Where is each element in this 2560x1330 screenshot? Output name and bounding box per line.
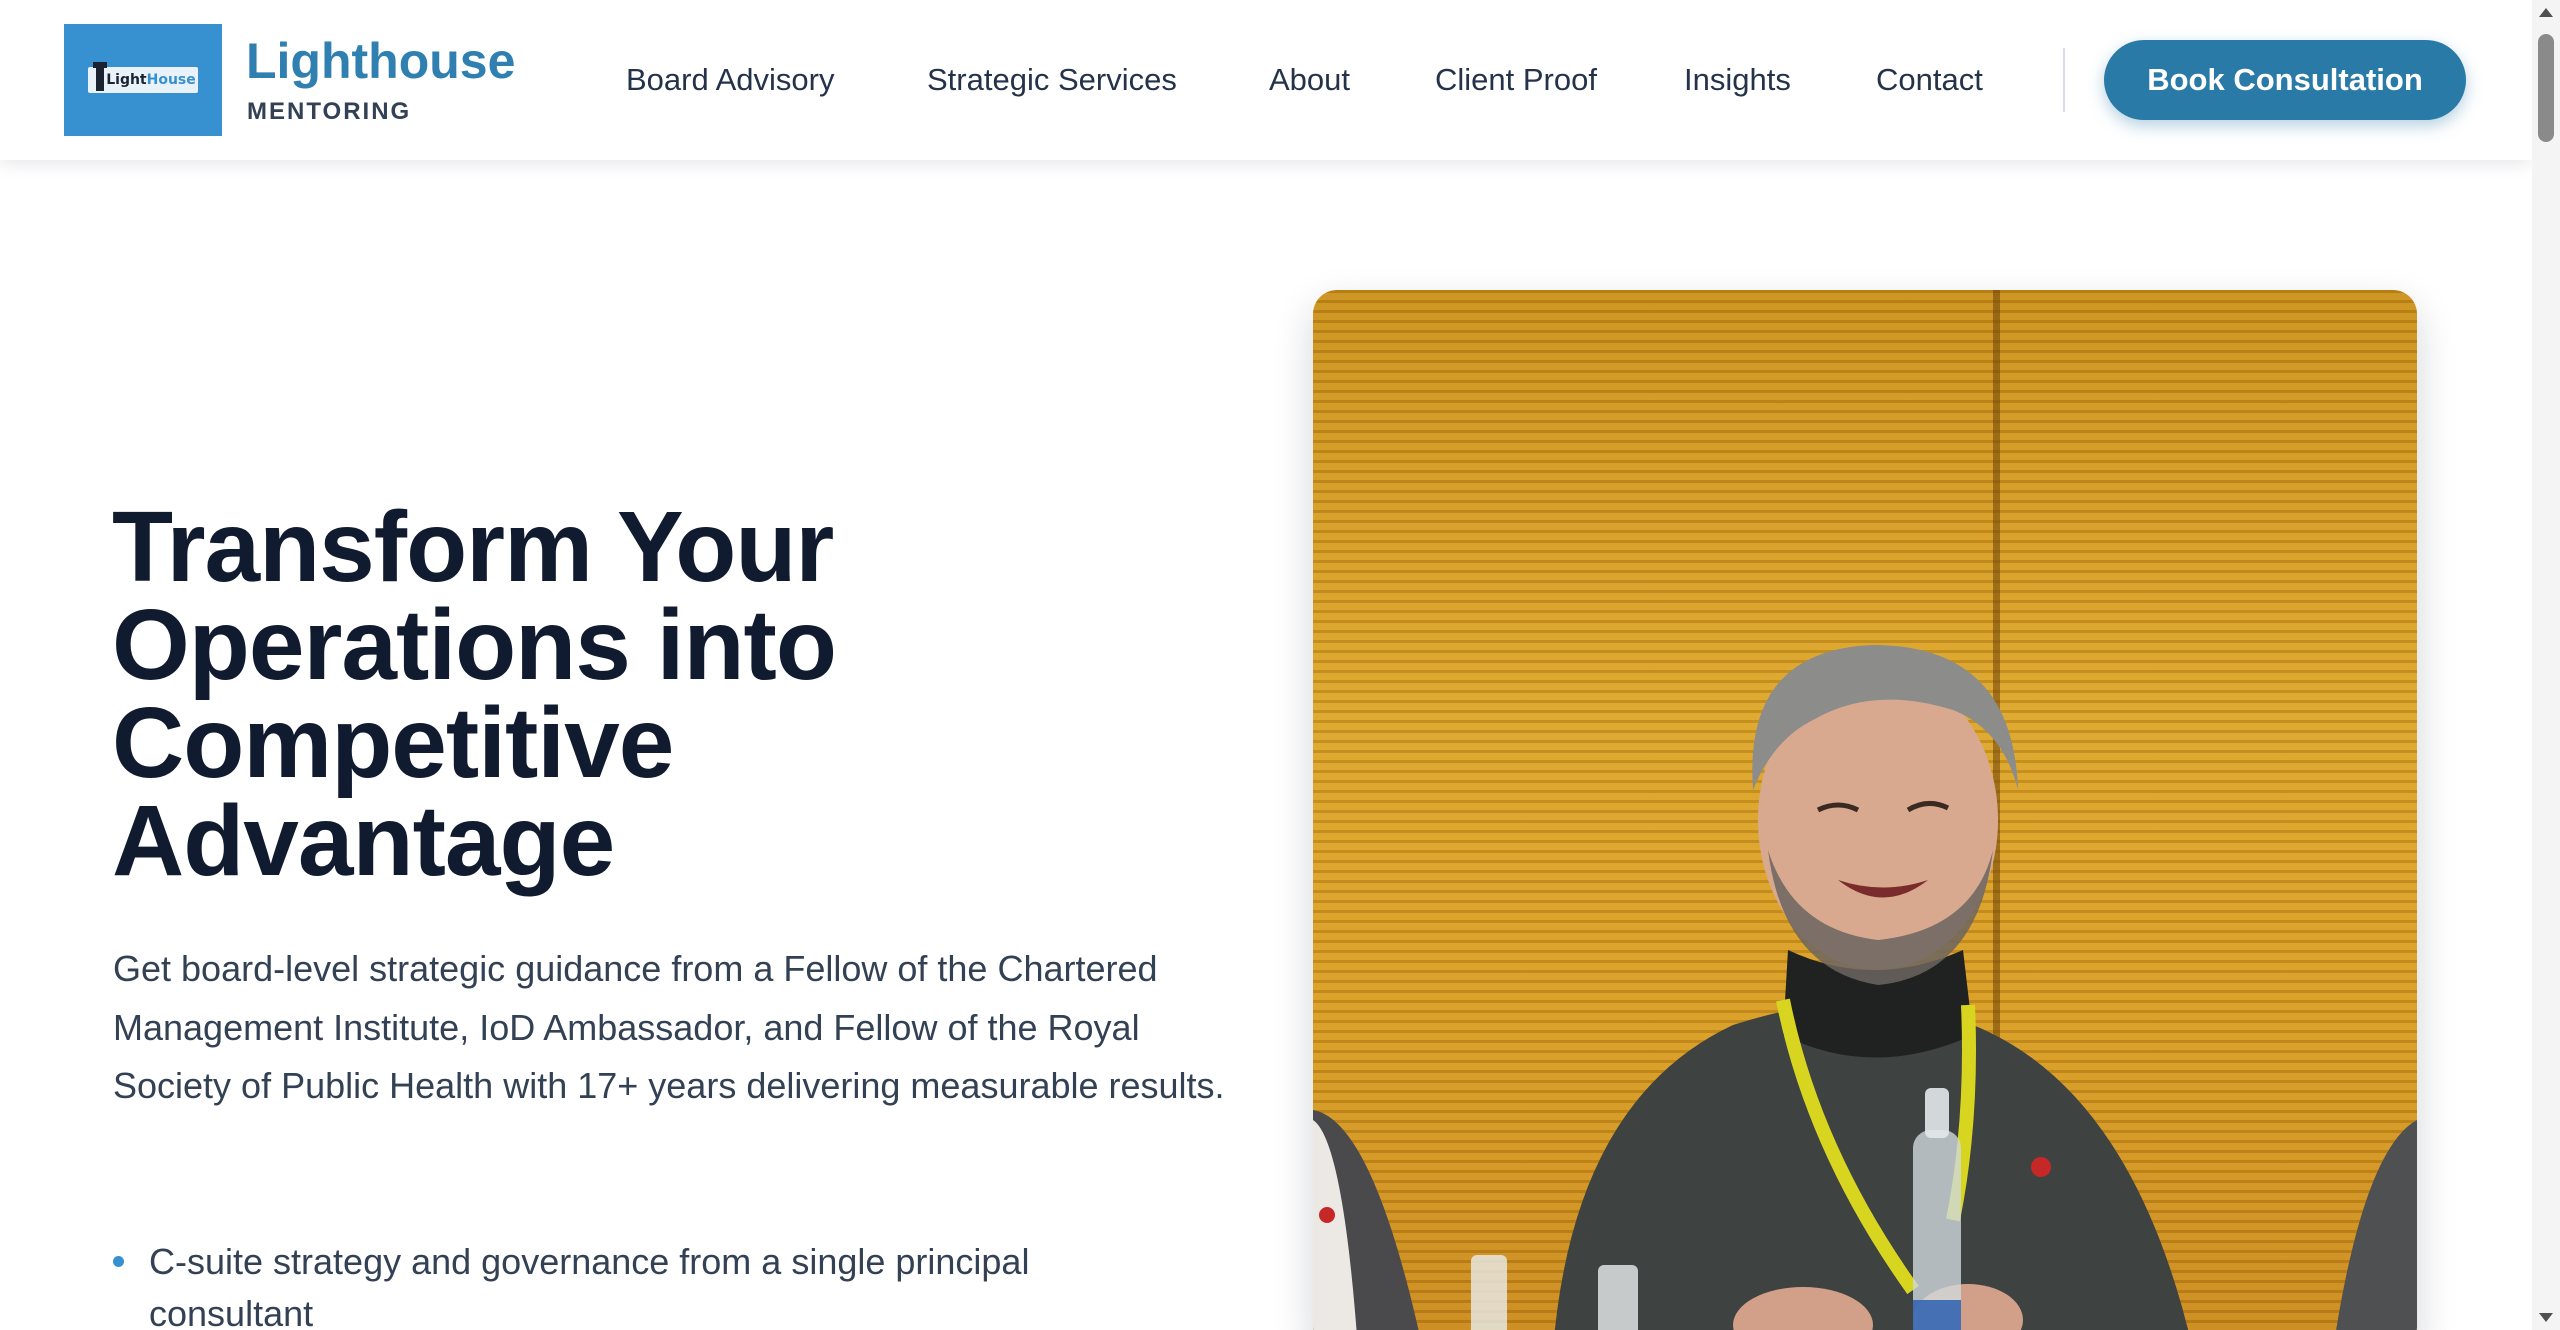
portrait-illustration: [1313, 290, 2417, 1330]
nav-board-advisory[interactable]: Board Advisory: [626, 62, 835, 98]
nav-about[interactable]: About: [1269, 62, 1350, 98]
lighthouse-logo-icon: LightHouse: [88, 62, 198, 93]
portrait-photo: [1313, 290, 2417, 1330]
nav-client-proof[interactable]: Client Proof: [1435, 62, 1597, 98]
nav-insights[interactable]: Insights: [1684, 62, 1791, 98]
scroll-up-arrow-icon[interactable]: [2539, 8, 2553, 17]
hero-description: Get board-level strategic guidance from …: [113, 948, 1225, 1106]
book-consultation-button[interactable]: Book Consultation: [2104, 40, 2466, 120]
hero-title: Transform Your Operations into Competiti…: [112, 491, 837, 897]
nav-contact[interactable]: Contact: [1876, 62, 1983, 98]
brand-name[interactable]: Lighthouse: [246, 32, 515, 90]
nav-divider: [2063, 48, 2065, 112]
nav-strategic-services[interactable]: Strategic Services: [927, 62, 1177, 98]
scrollbar[interactable]: [2532, 0, 2560, 1330]
site-header: LightHouse Lighthouse MENTORING Board Ad…: [0, 0, 2532, 160]
scroll-down-arrow-icon[interactable]: [2539, 1313, 2553, 1322]
logo[interactable]: LightHouse: [64, 24, 222, 136]
hero-bullets: C-suite strategy and governance from a s…: [113, 1236, 1163, 1330]
scrollbar-thumb[interactable]: [2538, 34, 2554, 142]
bullet-dot-icon: [113, 1256, 124, 1267]
brand-subtitle: MENTORING: [247, 98, 412, 125]
bullet-item: C-suite strategy and governance from a s…: [113, 1236, 1163, 1330]
